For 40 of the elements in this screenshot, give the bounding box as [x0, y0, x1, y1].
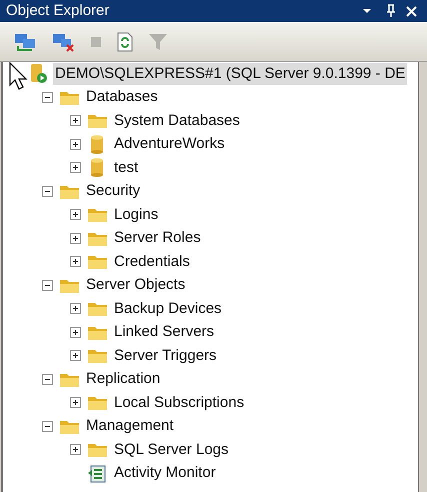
- tree-item[interactable]: Credentials: [112, 250, 192, 273]
- panel-title: Object Explorer: [6, 0, 110, 21]
- expand-icon[interactable]: [70, 138, 81, 150]
- expand-icon[interactable]: [70, 326, 81, 338]
- expand-icon[interactable]: [70, 115, 81, 126]
- tree-item[interactable]: AdventureWorks: [112, 133, 227, 156]
- tree-item[interactable]: DEMO\SQLEXPRESS#1 (SQL Server 9.0.1399 - DE: [53, 62, 408, 85]
- tree-item[interactable]: SQL Server Logs: [112, 438, 230, 461]
- close-icon[interactable]: [406, 6, 417, 16]
- expand-icon[interactable]: [70, 209, 81, 220]
- tree-item[interactable]: Server Triggers: [112, 344, 219, 367]
- tree-item[interactable]: Local Subscriptions: [112, 392, 246, 414]
- collapse-icon[interactable]: [42, 186, 53, 197]
- expand-icon[interactable]: [70, 162, 81, 174]
- monitor-icon: [87, 462, 108, 484]
- pin-icon[interactable]: [386, 4, 396, 18]
- expand-icon[interactable]: [70, 232, 81, 244]
- collapse-icon[interactable]: [42, 374, 53, 385]
- tree-item[interactable]: Backup Devices: [112, 298, 224, 320]
- collapse-icon[interactable]: [42, 280, 53, 291]
- tree-item[interactable]: Server Objects: [84, 274, 188, 296]
- tree-item[interactable]: Management: [84, 415, 176, 438]
- expand-icon[interactable]: [70, 397, 81, 408]
- collapse-icon[interactable]: [42, 420, 53, 432]
- tree-item[interactable]: Server Roles: [112, 227, 203, 250]
- tree-item[interactable]: test: [112, 156, 140, 179]
- tree-item[interactable]: Logins: [112, 204, 160, 226]
- tree-item[interactable]: Linked Servers: [112, 321, 216, 344]
- tree-item[interactable]: System Databases: [112, 110, 242, 132]
- tree-item[interactable]: Databases: [84, 86, 160, 108]
- tree-item[interactable]: Replication: [84, 368, 162, 390]
- expand-icon[interactable]: [70, 256, 81, 268]
- collapse-icon[interactable]: [42, 92, 53, 103]
- refresh-icon[interactable]: [116, 30, 134, 52]
- tree-item[interactable]: Activity Monitor: [112, 462, 218, 484]
- expand-icon[interactable]: [70, 444, 81, 456]
- expand-icon[interactable]: [70, 350, 81, 362]
- dropdown-icon[interactable]: [362, 8, 372, 14]
- expand-icon[interactable]: [70, 303, 81, 314]
- tree-item[interactable]: Security: [84, 180, 142, 202]
